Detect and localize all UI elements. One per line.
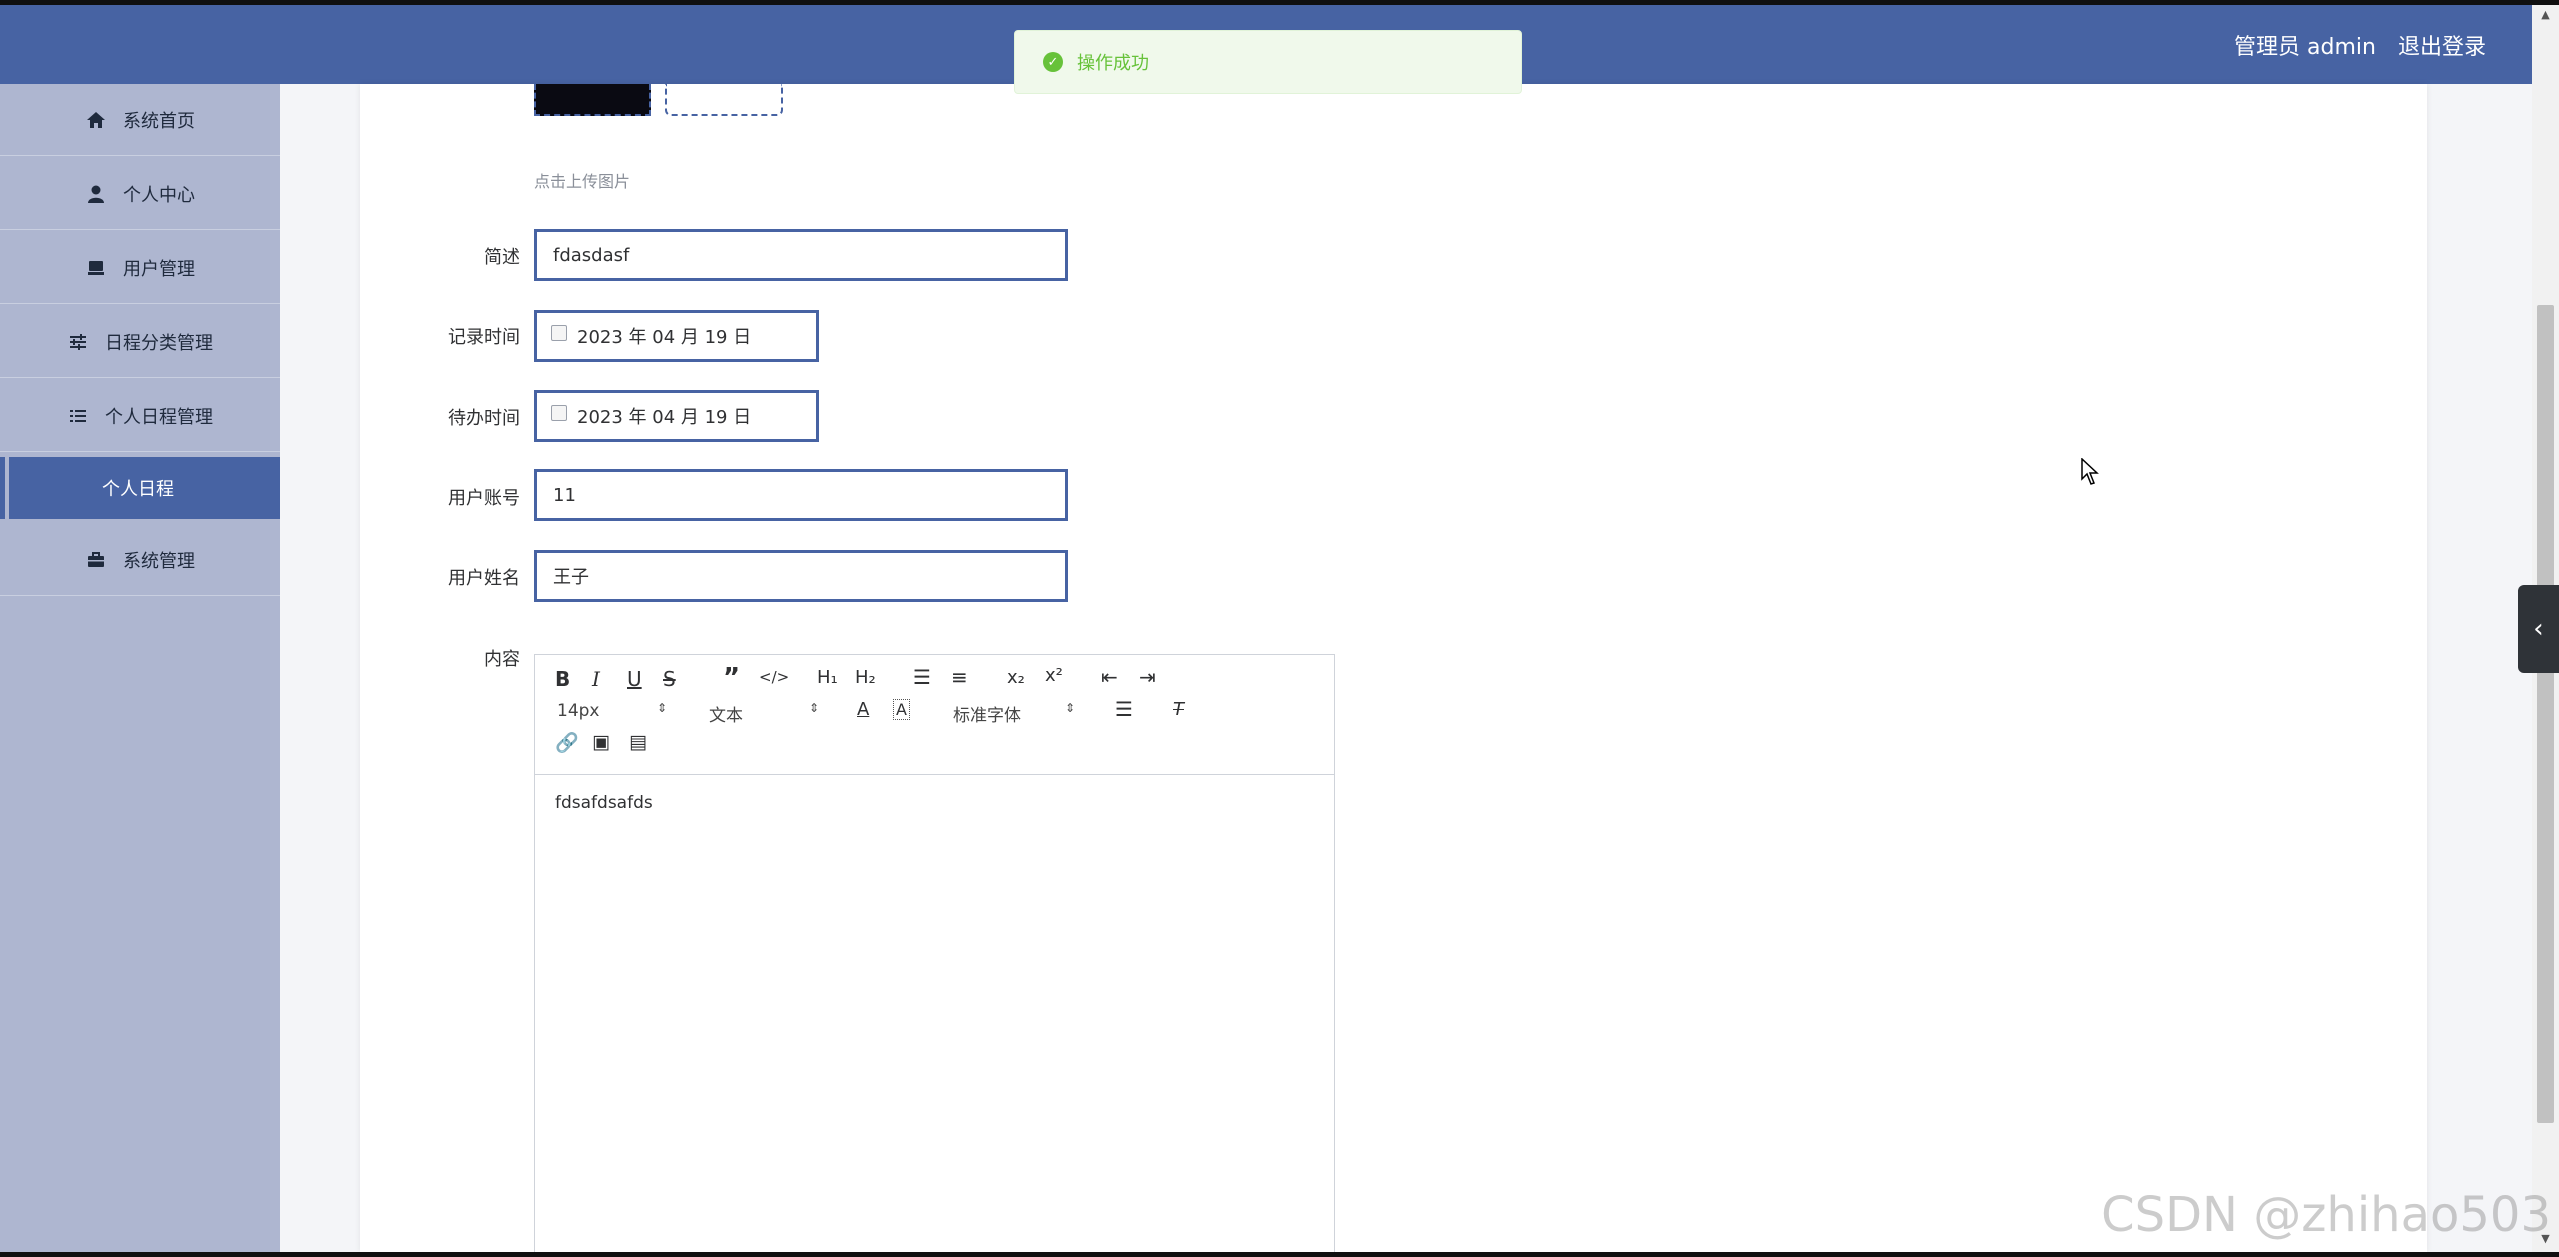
heading2-icon[interactable]: H₂ [855,667,876,688]
active-indicator [0,457,5,519]
scrollbar-thumb[interactable] [2537,305,2554,1123]
calendar-icon [551,325,567,341]
name-input[interactable]: 王子 [534,550,1068,602]
uploaded-image-thumbnail[interactable] [534,84,651,116]
link-icon[interactable]: 🔗 [555,731,579,754]
account-label: 用户账号 [448,488,520,509]
sidebar-item-label: 日程分类管理 [105,332,213,354]
font-size-select[interactable]: 14px [557,701,599,721]
chevron-updown-icon: ⇕ [657,701,668,715]
subscript-icon[interactable]: x₂ [1007,667,1025,688]
chevron-left-icon[interactable]: ‹ [2518,585,2559,673]
todo-time-label: 待办时间 [448,408,520,429]
sidebar: 系统首页 个人中心 用户管理 日程分类管理 个人日程管理 个人日程 系统管理 [0,84,280,1252]
sidebar-item-label: 系统首页 [123,110,195,132]
heading1-icon[interactable]: H₁ [817,667,838,688]
summary-input[interactable]: fdasdasf [534,229,1068,281]
font-family-select[interactable]: 标准字体 [953,701,1021,726]
bold-icon[interactable]: B [555,667,570,691]
align-icon[interactable]: ☰ [1115,697,1133,721]
background-color-icon[interactable]: A [893,699,910,720]
content-label: 内容 [484,649,520,670]
sliders-icon [67,331,89,353]
name-label: 用户姓名 [448,568,520,589]
todo-time-picker[interactable]: 2023 年 04 月 19 日 [534,390,819,442]
scroll-up-arrow-icon[interactable]: ▲ [2537,8,2554,26]
success-toast: ✓ 操作成功 [1014,30,1522,94]
italic-icon[interactable]: I [592,667,600,691]
video-icon[interactable]: ▤ [629,731,647,753]
sidebar-item-profile[interactable]: 个人中心 [0,158,280,230]
ordered-list-icon[interactable]: ☰ [913,665,931,689]
rich-text-editor: B I U S ” </> H₁ H₂ ☰ ≡ x₂ x² ⇤ ⇥ 14px ⇕… [534,654,1335,1254]
indent-icon[interactable]: ⇥ [1139,665,1156,689]
sidebar-item-system[interactable]: 系统管理 [0,524,280,596]
window-frame-bottom [0,1252,2559,1257]
clear-format-icon[interactable]: T [1173,699,1184,720]
underline-icon[interactable]: U [627,667,642,691]
record-time-label: 记录时间 [448,327,520,348]
header-user-area: 管理员 admin 退出登录 [2234,5,2486,84]
upload-button[interactable] [665,84,783,116]
admin-label: 管理员 admin [2234,34,2376,60]
briefcase-icon [85,549,107,571]
font-color-icon[interactable]: A [857,699,869,720]
blockquote-icon[interactable]: ” [723,663,740,693]
home-icon [85,109,107,131]
superscript-icon[interactable]: x² [1045,665,1063,686]
editor-content[interactable]: fdsafdsafds [535,775,1334,831]
image-icon[interactable]: ▣ [592,731,610,753]
sidebar-item-home[interactable]: 系统首页 [0,84,280,156]
record-time-value: 2023 年 04 月 19 日 [577,327,752,348]
chevron-updown-icon: ⇕ [1065,701,1076,715]
text-type-select[interactable]: 文本 [709,701,743,726]
sidebar-item-schedule-category[interactable]: 日程分类管理 [0,306,280,378]
chevron-updown-icon: ⇕ [809,701,820,715]
editor-toolbar: B I U S ” </> H₁ H₂ ☰ ≡ x₂ x² ⇤ ⇥ 14px ⇕… [535,655,1334,775]
calendar-icon [551,405,567,421]
list-icon [67,405,89,427]
upload-tip: 点击上传图片 [534,172,631,191]
sidebar-item-label: 用户管理 [123,258,195,280]
sidebar-item-label: 系统管理 [123,550,195,572]
todo-time-value: 2023 年 04 月 19 日 [577,407,752,428]
record-time-picker[interactable]: 2023 年 04 月 19 日 [534,310,819,362]
account-input[interactable]: 11 [534,469,1068,521]
summary-label: 简述 [484,247,520,268]
toast-message: 操作成功 [1077,53,1149,74]
sidebar-item-users[interactable]: 用户管理 [0,232,280,304]
strikethrough-icon[interactable]: S [663,667,676,691]
logout-link[interactable]: 退出登录 [2398,29,2486,61]
monitor-icon [85,257,107,279]
outdent-icon[interactable]: ⇤ [1101,665,1118,689]
mouse-cursor-icon [2081,457,2101,490]
sidebar-item-label: 个人日程管理 [105,406,213,428]
user-icon [85,183,107,205]
sidebar-item-label: 个人中心 [123,184,195,206]
watermark: CSDN @zhihao503 [2101,1187,2551,1243]
code-icon[interactable]: </> [759,668,789,686]
check-circle-icon: ✓ [1043,52,1063,72]
sidebar-item-personal-schedule[interactable]: 个人日程管理 [0,380,280,452]
sidebar-subitem-personal-schedule[interactable]: 个人日程 [9,457,280,519]
bullet-list-icon[interactable]: ≡ [951,665,968,689]
